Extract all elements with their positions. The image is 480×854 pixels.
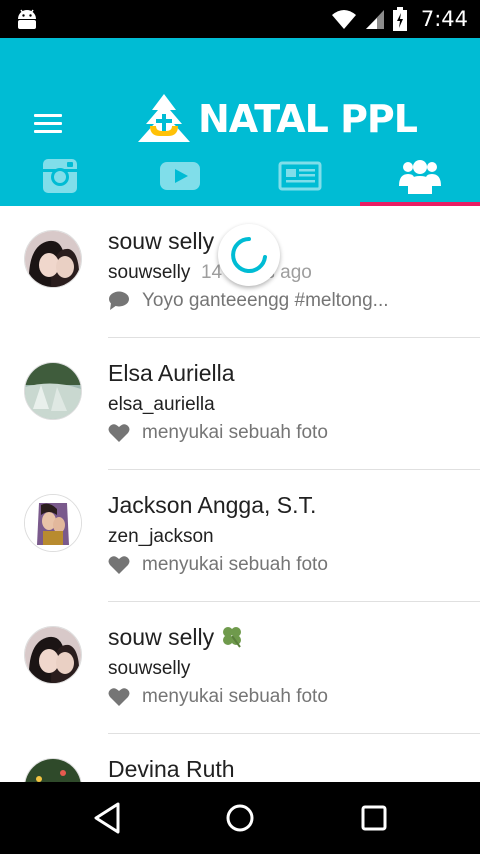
user-name[interactable]: souw selly [108,228,214,255]
tab-bar [0,146,480,206]
activity-text: Yoyo ganteeengg #meltong... [142,290,389,311]
tab-youtube[interactable] [120,146,240,206]
menu-icon[interactable] [34,114,62,134]
user-name-text: souw selly [108,624,215,650]
heart-icon [108,688,130,706]
user-name[interactable]: Devina Ruth [108,756,235,782]
list-item[interactable]: Devina Ruth [0,734,480,782]
battery-icon [392,7,407,31]
tab-instagram[interactable] [0,146,120,206]
status-time: 7:44 [420,7,468,31]
list-item[interactable]: Jackson Angga, S.T. zen_jackson menyukai… [0,470,480,602]
news-icon [278,161,322,191]
user-handle: souwselly 14 hours ago [108,262,312,284]
avatar[interactable] [24,230,82,288]
app-logo: NATAL PPL [136,92,418,146]
user-name[interactable]: Jackson Angga, S.T. [108,492,316,519]
home-icon[interactable] [222,800,258,836]
user-name[interactable]: souw selly [108,624,244,651]
activity-line: menyukai sebuah foto [108,552,328,578]
user-handle-text: souwselly [108,262,191,283]
user-name[interactable]: Elsa Auriella [108,360,235,387]
activity-line: menyukai sebuah foto [108,684,328,710]
instagram-icon [43,159,77,193]
heart-icon [108,424,130,442]
avatar[interactable] [24,626,82,684]
comment-icon [109,291,129,310]
app-title: NATAL PPL [198,97,418,141]
clover-emoji-icon [223,627,242,648]
activity-line: menyukai sebuah foto [108,420,328,446]
signal-icon [365,10,384,29]
system-nav-bar [0,782,480,854]
heart-icon [108,556,130,574]
group-icon [399,160,441,194]
back-icon[interactable] [90,800,126,836]
tab-people[interactable] [360,146,480,206]
activity-feed: souw selly souwselly 14 hours ago Yoyo g… [0,206,480,782]
list-item[interactable]: souw selly souwselly menyukai sebuah fot… [0,602,480,734]
android-notification-icon [18,9,36,29]
user-handle: souwselly [108,658,191,679]
activity-text: menyukai sebuah foto [142,422,328,443]
avatar[interactable] [24,494,82,552]
wifi-icon [331,10,356,29]
list-item[interactable]: Elsa Auriella elsa_auriella menyukai seb… [0,338,480,470]
avatar[interactable] [24,362,82,420]
activity-text: menyukai sebuah foto [142,686,328,707]
user-handle: zen_jackson [108,526,214,547]
activity-line: Yoyo ganteeengg #meltong... [108,288,389,314]
loading-spinner [218,224,280,286]
recent-apps-icon[interactable] [356,800,392,836]
avatar[interactable] [24,758,82,782]
youtube-icon [160,162,200,190]
user-handle: elsa_auriella [108,394,215,415]
tab-news[interactable] [240,146,360,206]
activity-text: menyukai sebuah foto [142,554,328,575]
tree-logo-icon [138,94,190,142]
status-bar: 7:44 [0,0,480,38]
app-header: NATAL PPL [0,38,480,206]
